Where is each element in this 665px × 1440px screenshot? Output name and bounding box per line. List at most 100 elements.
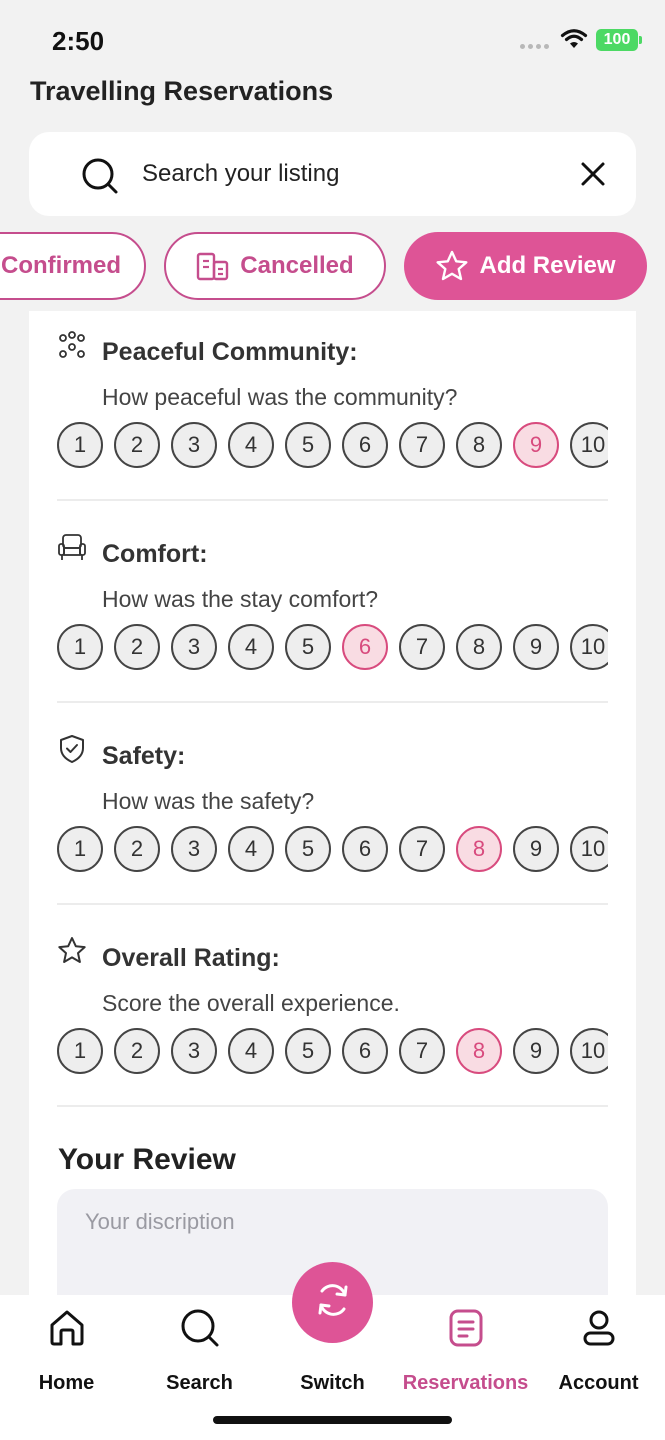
tab-label: Confirmed [1,252,121,279]
page-title: Travelling Reservations [30,76,334,106]
rating-option-9[interactable]: 9 [513,624,559,670]
status-bar: 2:50 100 [0,0,665,80]
rating-option-7[interactable]: 7 [399,826,445,872]
rating-section-peaceful-community: Peaceful Community: How peaceful was the… [57,330,608,490]
user-icon [581,1307,617,1348]
nav-label: Search [166,1372,233,1394]
rating-option-10[interactable]: 10 [570,826,608,872]
rating-option-5[interactable]: 5 [285,624,331,670]
tab-label: Add Review [479,252,616,279]
rating-option-2[interactable]: 2 [114,624,160,670]
search-icon [180,1307,220,1348]
nav-search[interactable]: Search [133,1295,266,1395]
rating-option-5[interactable]: 5 [285,826,331,872]
tab-confirmed[interactable]: Confirmed [0,232,146,300]
rating-option-7[interactable]: 7 [399,624,445,670]
section-title: Comfort: [102,540,208,568]
shield-icon [57,734,87,764]
rating-section-safety: Safety: How was the safety? 1 2 3 4 5 6 7 8 9 10 [57,734,608,894]
document-icon [448,1307,484,1348]
rating-option-8[interactable]: 8 [456,1028,502,1074]
star-icon [57,936,87,966]
rating-option-5[interactable]: 5 [285,422,331,468]
rating-option-2[interactable]: 2 [114,1028,160,1074]
home-indicator [213,1416,452,1424]
section-question: How was the safety? [102,788,315,814]
armchair-icon [57,532,87,562]
battery-icon: 100 [596,29,642,51]
section-title: Safety: [102,742,186,770]
rating-option-6[interactable]: 6 [342,422,388,468]
search-bar [29,132,636,216]
rating-option-10[interactable]: 10 [570,624,608,670]
rating-option-3[interactable]: 3 [171,624,217,670]
section-question: How was the stay comfort? [102,586,379,612]
rating-option-6[interactable]: 6 [342,1028,388,1074]
divider [57,1105,608,1107]
rating-option-9[interactable]: 9 [513,1028,559,1074]
section-question: How peaceful was the community? [102,384,458,410]
nav-label: Switch [300,1372,365,1394]
divider [57,499,608,501]
home-icon [47,1307,87,1348]
section-title: Peaceful Community: [102,338,358,366]
rating-option-1[interactable]: 1 [57,1028,103,1074]
rating-option-4[interactable]: 4 [228,826,274,872]
rating-option-8[interactable]: 8 [456,422,502,468]
rating-option-10[interactable]: 10 [570,1028,608,1074]
section-question: Score the overall experience. [102,990,400,1016]
rating-option-1[interactable]: 1 [57,422,103,468]
rating-section-overall: Overall Rating: Score the overall experi… [57,936,608,1096]
rating-option-4[interactable]: 4 [228,1028,274,1074]
search-icon [81,157,119,200]
review-form: Peaceful Community: How peaceful was the… [29,311,636,1311]
wifi-icon [560,28,588,55]
rating-option-7[interactable]: 7 [399,422,445,468]
rating-option-9[interactable]: 9 [513,422,559,468]
rating-scale: 1 2 3 4 5 6 7 8 9 10 [57,422,608,470]
rating-scale: 1 2 3 4 5 6 7 8 9 10 [57,826,608,874]
rating-option-6[interactable]: 6 [342,826,388,872]
rating-option-6[interactable]: 6 [342,624,388,670]
rating-option-4[interactable]: 4 [228,422,274,468]
divider [57,701,608,703]
status-time: 2:50 [52,26,105,56]
tab-cancelled[interactable]: Cancelled [164,232,386,300]
rating-option-9[interactable]: 9 [513,826,559,872]
rating-scale: 1 2 3 4 5 6 7 8 9 10 [57,1028,608,1076]
nav-label: Home [38,1372,95,1394]
building-icon [196,251,230,281]
rating-option-8[interactable]: 8 [456,624,502,670]
tab-add-review[interactable]: Add Review [404,232,647,300]
nav-label: Account [558,1372,639,1394]
rating-option-3[interactable]: 3 [171,826,217,872]
rating-option-7[interactable]: 7 [399,1028,445,1074]
nav-label: Reservations [402,1372,529,1394]
rating-option-8[interactable]: 8 [456,826,502,872]
rating-option-2[interactable]: 2 [114,826,160,872]
refresh-icon [313,1280,353,1325]
rating-option-4[interactable]: 4 [228,624,274,670]
nav-home[interactable]: Home [0,1295,133,1395]
rating-option-3[interactable]: 3 [171,422,217,468]
rating-option-10[interactable]: 10 [570,422,608,468]
divider [57,903,608,905]
signal-icon [520,44,549,49]
switch-button[interactable] [292,1262,373,1343]
clear-search-icon[interactable] [579,160,607,193]
nav-account[interactable]: Account [532,1295,665,1395]
review-heading: Your Review [58,1143,236,1176]
tab-label: Cancelled [240,252,354,279]
community-icon [57,330,87,360]
rating-option-3[interactable]: 3 [171,1028,217,1074]
rating-option-2[interactable]: 2 [114,422,160,468]
rating-option-5[interactable]: 5 [285,1028,331,1074]
nav-reservations[interactable]: Reservations [399,1295,532,1395]
star-icon [435,250,469,282]
section-title: Overall Rating: [102,944,280,972]
search-input[interactable] [142,156,562,192]
status-tabs: Confirmed Cancelled Add Review [0,232,665,300]
rating-section-comfort: Comfort: How was the stay comfort? 12345… [57,532,608,692]
rating-option-1[interactable]: 1 [57,624,103,670]
rating-option-1[interactable]: 1 [57,826,103,872]
